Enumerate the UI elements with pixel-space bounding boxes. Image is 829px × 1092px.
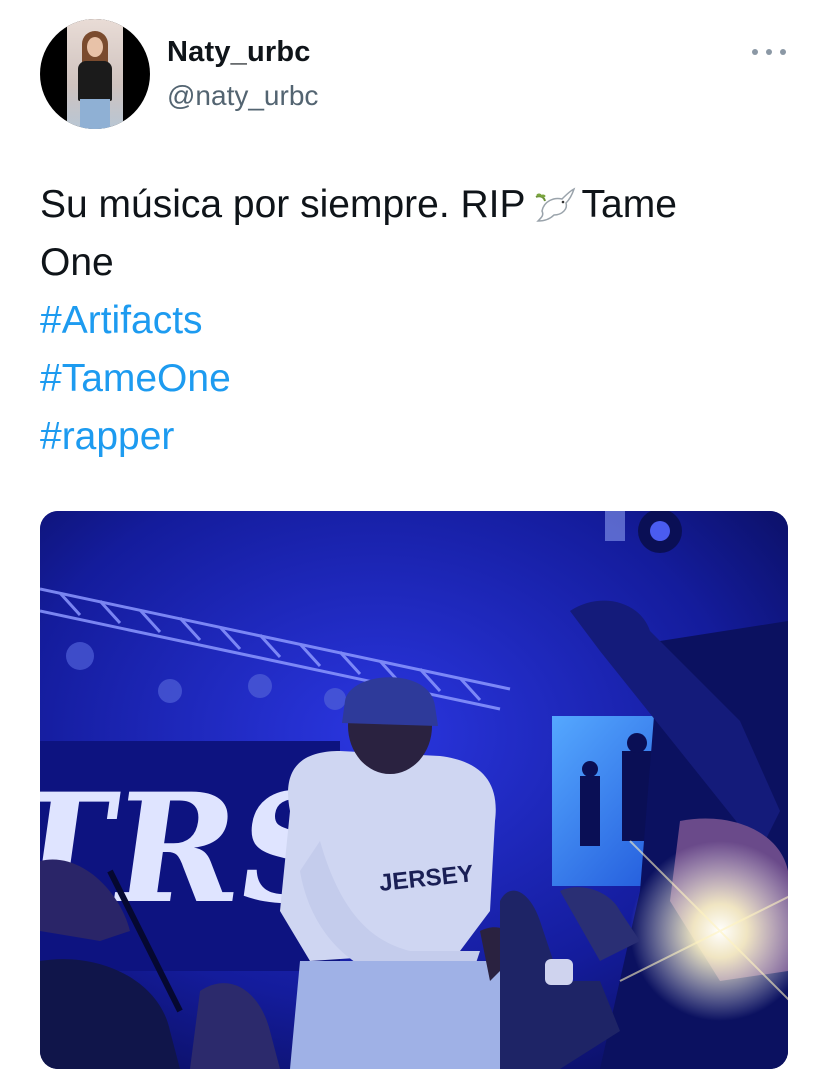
more-horizontal-icon[interactable] xyxy=(752,42,786,62)
more-dot xyxy=(766,49,772,55)
tweet-text: Su música por siempre. RIP Tame One #Art… xyxy=(40,176,780,466)
tweet-photo[interactable]: TRS JERSEY xyxy=(40,511,788,1069)
hashtag-link[interactable]: #rapper xyxy=(40,408,780,466)
tweet-card: Naty_urbc @naty_urbc Su música por siemp… xyxy=(0,0,829,1092)
tweet-text-line-2: One xyxy=(40,241,114,284)
display-name[interactable]: Naty_urbc xyxy=(167,36,311,69)
avatar-face xyxy=(87,37,103,57)
user-handle[interactable]: @naty_urbc xyxy=(167,80,318,112)
tweet-text-line-1: Su música por siempre. RIP Tame xyxy=(40,176,780,234)
hashtag-link[interactable]: #TameOne xyxy=(40,350,780,408)
concert-photo: TRS JERSEY xyxy=(40,511,788,1069)
more-dot xyxy=(752,49,758,55)
avatar-top xyxy=(78,61,112,101)
avatar-jeans xyxy=(80,99,110,129)
tweet-text-segment: Su música por siempre. RIP xyxy=(40,183,526,226)
dove-icon xyxy=(535,187,575,222)
more-dot xyxy=(780,49,786,55)
avatar[interactable] xyxy=(40,19,150,129)
hashtag-link[interactable]: #Artifacts xyxy=(40,292,780,350)
tweet-text-segment: Tame xyxy=(581,183,677,226)
